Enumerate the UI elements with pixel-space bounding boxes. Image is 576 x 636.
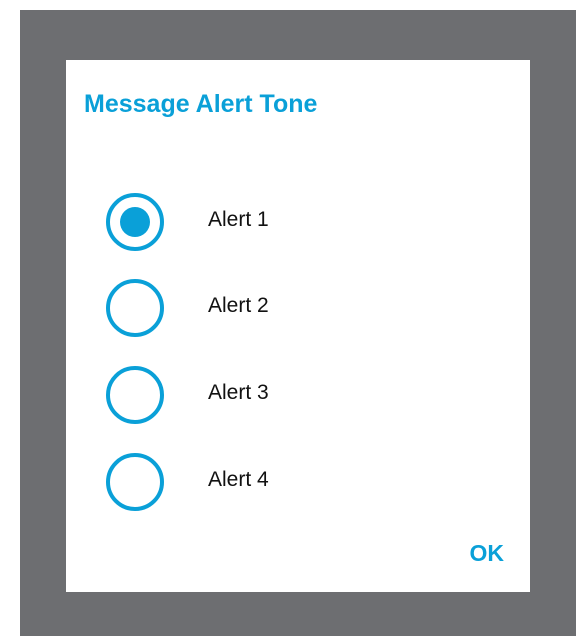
option-label: Alert 2: [208, 294, 269, 317]
dimmed-backdrop: Message Alert Tone Alert 1 Alert 2 Alert…: [20, 10, 576, 636]
alert-tone-dialog: Message Alert Tone Alert 1 Alert 2 Alert…: [66, 60, 530, 592]
option-alert-3[interactable]: Alert 3: [106, 358, 506, 424]
radio-button[interactable]: [106, 453, 164, 511]
ok-button[interactable]: OK: [470, 540, 505, 567]
radio-button[interactable]: [106, 279, 164, 337]
option-label: Alert 4: [208, 468, 269, 491]
option-label: Alert 1: [208, 208, 269, 231]
radio-button[interactable]: [106, 193, 164, 251]
radio-selected-dot: [120, 207, 150, 237]
option-alert-1[interactable]: Alert 1: [106, 185, 506, 251]
radio-button[interactable]: [106, 366, 164, 424]
option-label: Alert 3: [208, 381, 269, 404]
option-alert-2[interactable]: Alert 2: [106, 271, 506, 337]
option-alert-4[interactable]: Alert 4: [106, 445, 506, 511]
dialog-title: Message Alert Tone: [84, 90, 318, 118]
